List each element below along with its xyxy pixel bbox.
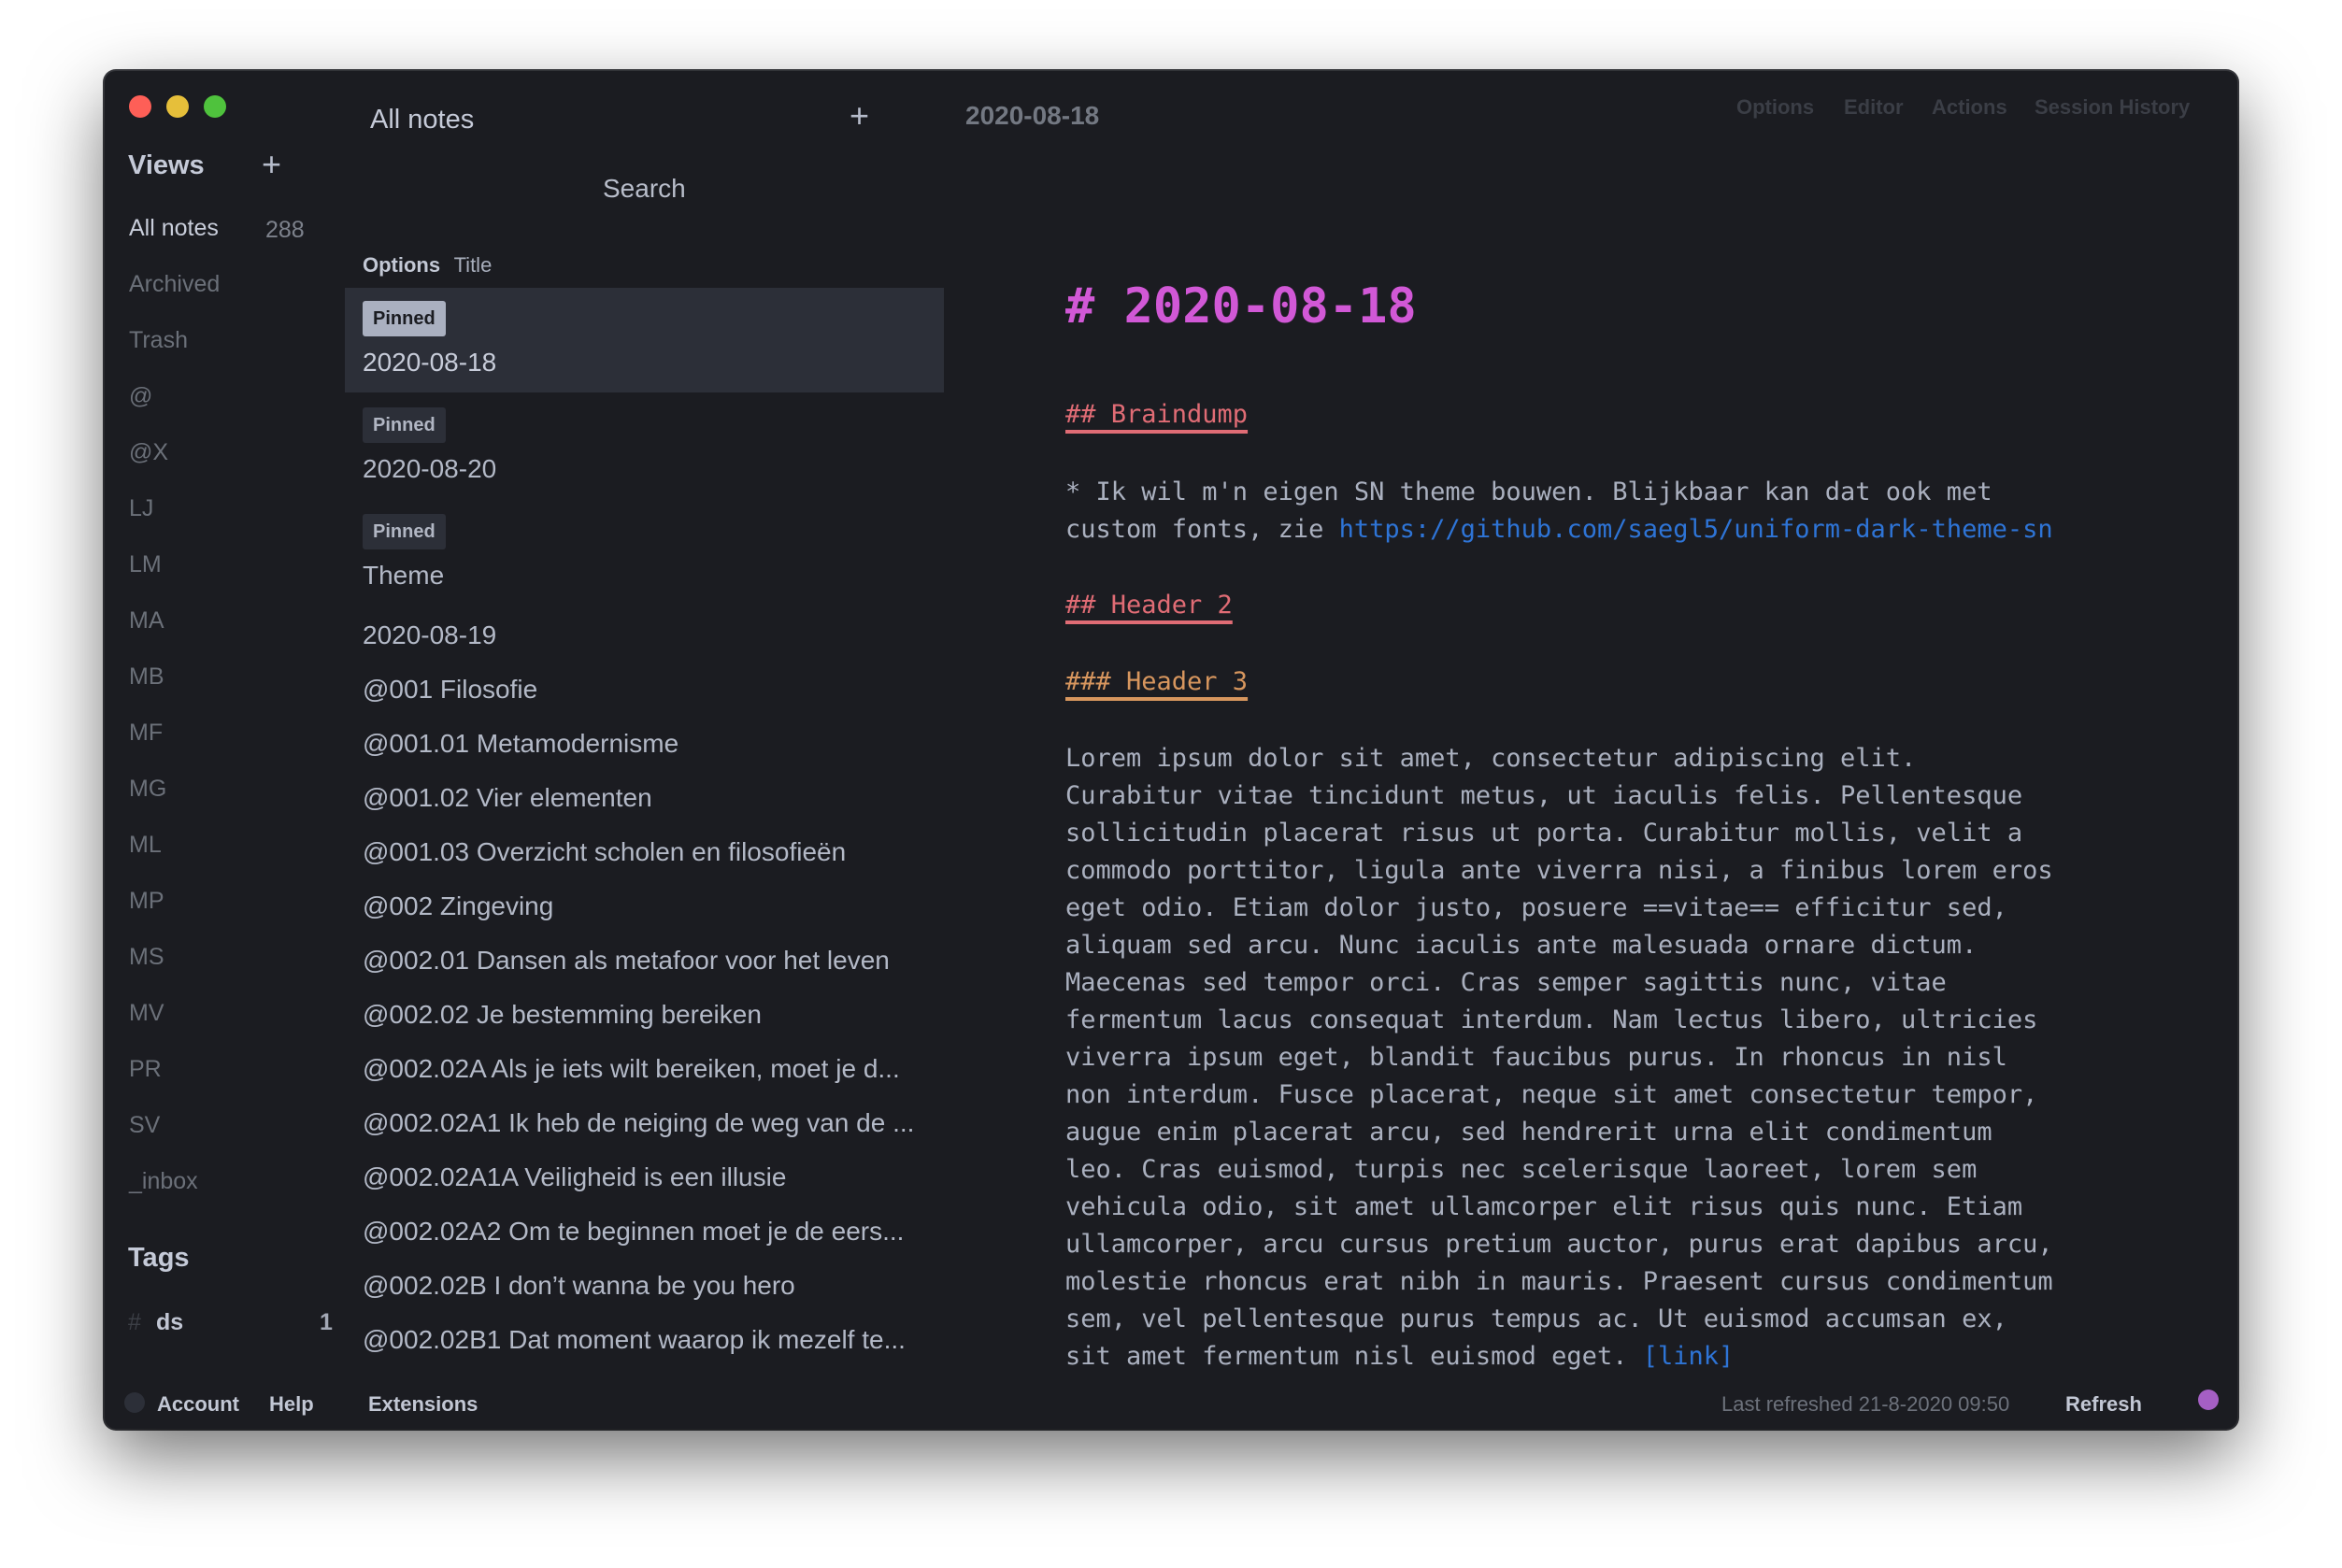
note-list-item[interactable]: 2020-08-18 — [363, 348, 496, 378]
sidebar-item-ma[interactable]: MA — [129, 607, 164, 634]
sort-by-title-button[interactable]: Title — [454, 253, 493, 277]
editor-h3-header3: ### Header 3 — [1065, 667, 1249, 696]
sidebar-item-[interactable]: @ — [129, 383, 152, 410]
sidebar-item-mg[interactable]: MG — [129, 776, 166, 803]
app-window: Views + All notes 288 Archived Trash @ @X LJ LM… — [105, 71, 2237, 1429]
sidebar-item-all-notes[interactable]: All notes — [129, 215, 219, 242]
sidebar-item-sv[interactable]: SV — [129, 1112, 160, 1139]
pinned-badge: Pinned — [363, 407, 446, 443]
views-title: Views — [128, 150, 205, 180]
sidebar-item-trash[interactable]: Trash — [129, 327, 188, 354]
sidebar-item-mf[interactable]: MF — [129, 720, 163, 747]
editor-bullet: * Ik wil m'n eigen SN theme bouwen. Blij… — [1065, 474, 2168, 549]
sidebar-item-ms[interactable]: MS — [129, 944, 164, 971]
editor-h2-header2: ## Header 2 — [1065, 591, 1233, 620]
editor-h1: # 2020-08-18 — [1065, 278, 1417, 335]
hash-icon: # — [128, 1309, 141, 1335]
sidebar-item-mp[interactable]: MP — [129, 888, 164, 915]
note-list-item[interactable]: @002.02A1 Ik heb de neiging de weg van d… — [363, 1108, 914, 1138]
search-input[interactable]: Search — [603, 174, 686, 204]
note-list-item[interactable]: @002.02A2 Om te beginnen moet je de eers… — [363, 1217, 904, 1247]
tags-title: Tags — [128, 1243, 190, 1273]
note-list-item[interactable]: @002.02A1A Veiligheid is een illusie — [363, 1162, 786, 1192]
note-list-item[interactable]: @001 Filosofie — [363, 675, 537, 705]
tag-count: 1 — [320, 1309, 333, 1335]
pinned-badge: Pinned — [363, 514, 446, 549]
editor-h2-braindump: ## Braindump — [1065, 400, 1249, 429]
sidebar-item-pr[interactable]: PR — [129, 1056, 162, 1083]
sidebar-item-ml[interactable]: ML — [129, 832, 162, 859]
note-list-item[interactable]: @001.01 Metamodernisme — [363, 729, 678, 759]
sidebar-item-mv[interactable]: MV — [129, 1000, 164, 1027]
sidebar-item-x[interactable]: @X — [129, 439, 168, 466]
note-list-item[interactable]: @002.02A Als je iets wilt bereiken, moet… — [363, 1054, 900, 1084]
sidebar-item-mb[interactable]: MB — [129, 663, 164, 691]
tag-label: ds — [156, 1309, 184, 1335]
refresh-button[interactable]: Refresh — [2065, 1392, 2142, 1417]
note-list-item[interactable]: Theme — [363, 561, 444, 591]
note-list-item[interactable]: @001.03 Overzicht scholen en filosofieën — [363, 837, 846, 867]
paragraph-link[interactable]: [link] — [1643, 1342, 1735, 1371]
window-zoom-button[interactable] — [204, 95, 226, 118]
bullet-link[interactable]: https://github.com/saegl5/uniform-dark-t… — [1339, 515, 2053, 544]
sidebar-item-lm[interactable]: LM — [129, 551, 162, 578]
sidebar-item-lj[interactable]: LJ — [129, 495, 153, 522]
editor-text-area[interactable]: # 2020-08-18 ## Braindump * Ik wil m'n e… — [1065, 71, 2187, 1371]
note-list-item[interactable]: @002.01 Dansen als metafoor voor het lev… — [363, 946, 890, 976]
note-list-item[interactable]: @001.02 Vier elementen — [363, 783, 652, 813]
note-list-item[interactable]: @002.02 Je bestemming bereiken — [363, 1000, 762, 1030]
sync-status-dot-icon[interactable] — [2198, 1390, 2219, 1410]
pinned-badge: Pinned — [363, 301, 446, 336]
note-list-item[interactable]: 2020-08-19 — [363, 620, 496, 650]
note-list-item[interactable]: 2020-08-20 — [363, 454, 496, 484]
window-close-button[interactable] — [129, 95, 151, 118]
sidebar-item-count: 288 — [265, 217, 305, 243]
tag-item-ds[interactable]: # ds 1 — [128, 1309, 343, 1341]
sidebar-item-inbox[interactable]: _inbox — [129, 1168, 198, 1195]
extensions-button[interactable]: Extensions — [368, 1392, 478, 1417]
new-note-plus-icon[interactable]: + — [850, 99, 869, 133]
note-list-item[interactable]: @002.02B I don’t wanna be you hero — [363, 1271, 795, 1301]
note-list-item[interactable]: @002 Zingeving — [363, 891, 553, 921]
last-refreshed-text: Last refreshed 21-8-2020 09:50 — [1721, 1392, 2010, 1416]
paragraph-text: Lorem ipsum dolor sit amet, consectetur … — [1065, 744, 2053, 1371]
sidebar-item-archived[interactable]: Archived — [129, 271, 220, 298]
notes-panel-title: All notes — [370, 105, 475, 135]
help-button[interactable]: Help — [269, 1392, 314, 1417]
account-status-dot-icon — [124, 1392, 145, 1413]
editor-paragraph: Lorem ipsum dolor sit amet, consectetur … — [1065, 740, 2168, 1376]
notes-options-bar: Options Title — [363, 253, 492, 278]
notes-options-button[interactable]: Options — [363, 253, 440, 277]
account-button[interactable]: Account — [157, 1392, 239, 1417]
note-list-item[interactable]: @002.02B1 Dat moment waarop ik mezelf te… — [363, 1325, 906, 1355]
window-minimize-button[interactable] — [166, 95, 189, 118]
add-view-plus-icon[interactable]: + — [262, 148, 281, 181]
